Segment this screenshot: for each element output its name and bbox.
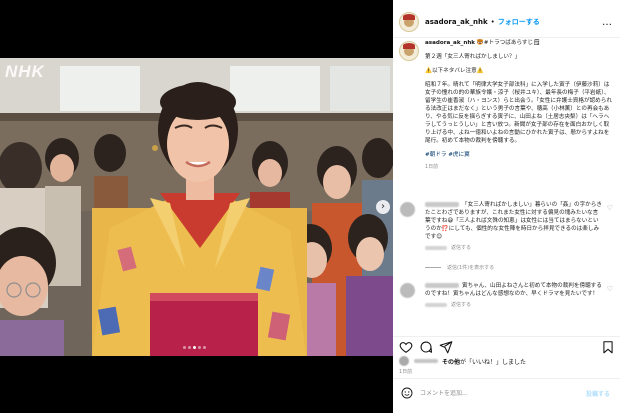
view-replies-label[interactable]: 返信(1件)を表示する <box>447 264 494 271</box>
follow-button[interactable]: フォローする <box>498 17 540 27</box>
post-media[interactable]: NHK › <box>0 0 393 413</box>
drama-still-photo <box>0 58 393 356</box>
carousel-dot <box>183 346 186 349</box>
comment-meta: 返信する <box>425 301 602 308</box>
caption-hashtags[interactable]: #朝ドラ #虎に翼 <box>425 151 614 159</box>
carousel-next-button[interactable]: › <box>376 200 390 214</box>
carousel-dot <box>193 346 196 349</box>
comment-bar-divider <box>393 378 620 379</box>
view-replies-toggle[interactable]: 返信(1件)を表示する <box>425 264 494 271</box>
save-bookmark-icon[interactable] <box>601 340 615 354</box>
comment-like-heart-icon[interactable]: ♡ <box>607 285 613 293</box>
liker-name-redacted[interactable] <box>414 359 438 363</box>
post-comment-button[interactable]: 投稿する <box>586 389 610 398</box>
caption-body: 昭和７年。晴れて「明律大学女子部法科」に入学した寅子（伊藤沙莉）は女子の憧れの的… <box>425 82 612 144</box>
add-comment-input[interactable] <box>420 389 570 397</box>
comment-meta: 返信する <box>425 244 602 251</box>
carousel-dot <box>198 346 201 349</box>
comment-reply-button[interactable]: 返信する <box>451 245 471 251</box>
post-side-panel: asadora_ak_nhk • フォローする … asadora_ak_nhk… <box>393 0 620 413</box>
likes-text: が「いいね！」しました <box>460 358 527 366</box>
post-header: asadora_ak_nhk • フォローする … <box>393 9 620 35</box>
like-heart-icon[interactable] <box>399 340 413 354</box>
letterbox-bottom <box>0 356 393 413</box>
caption-time: 1日前 <box>425 164 439 170</box>
carousel-dot <box>188 346 191 349</box>
commenter-name-redacted[interactable] <box>425 283 459 288</box>
comment-item: 「女三人寄ればかしましい」暮らいの「姦」の字からきたことわざでありますが、これま… <box>393 201 620 251</box>
liker-avatar[interactable] <box>399 356 409 366</box>
comment-like-heart-icon[interactable]: ♡ <box>607 204 613 212</box>
commenter-avatar[interactable] <box>400 202 415 217</box>
carousel-dot <box>203 346 206 349</box>
comment-bubble-icon[interactable] <box>419 340 433 354</box>
add-comment-bar: 投稿する <box>393 381 620 405</box>
caption-title-tag: 🐯#トラつばあらすじ🗒 <box>476 40 541 46</box>
comment-time-redacted <box>425 302 447 307</box>
post-timestamp: 1日前 <box>399 369 413 375</box>
commenter-avatar[interactable] <box>400 283 415 298</box>
comment-reply-button[interactable]: 返信する <box>451 302 471 308</box>
header-divider <box>393 37 620 38</box>
caption-heading: 第２週「女三人寄ればかしましい？」 <box>425 54 521 60</box>
actions-divider <box>393 336 620 337</box>
header-username[interactable]: asadora_ak_nhk <box>425 18 488 26</box>
account-avatar[interactable] <box>399 12 419 32</box>
reply-line <box>425 267 441 268</box>
comment-text: 「女三人寄ればかしましい」暮らいの「姦」の字からきたことわざでありますが、これま… <box>425 202 602 240</box>
caption-avatar[interactable] <box>399 41 419 61</box>
comment-time-redacted <box>425 245 447 250</box>
more-options-icon[interactable]: … <box>602 17 612 28</box>
carousel-indicator <box>183 346 206 350</box>
caption-spoiler-warning: ⚠️以下ネタバレ注意⚠️ <box>425 68 484 74</box>
letterbox-top <box>0 0 393 58</box>
commenter-name-redacted[interactable] <box>425 202 459 207</box>
share-send-icon[interactable] <box>439 340 453 354</box>
nhk-watermark: NHK <box>5 62 45 81</box>
emoji-smiley-icon[interactable] <box>401 387 413 399</box>
post-caption: asadora_ak_nhk 🐯#トラつばあらすじ🗒 第２週「女三人寄ればかしま… <box>393 39 620 194</box>
header-separator: • <box>490 18 495 26</box>
caption-username[interactable]: asadora_ak_nhk <box>425 40 475 46</box>
likes-others-link[interactable]: その他 <box>442 359 460 366</box>
comment-item: 寅ちゃん、山田よねさんと初めて本物の裁判を傍聴するのですね！寅ちゃんはどんな感想… <box>393 282 620 308</box>
likes-summary: その他が「いいね！」しました <box>393 354 620 368</box>
